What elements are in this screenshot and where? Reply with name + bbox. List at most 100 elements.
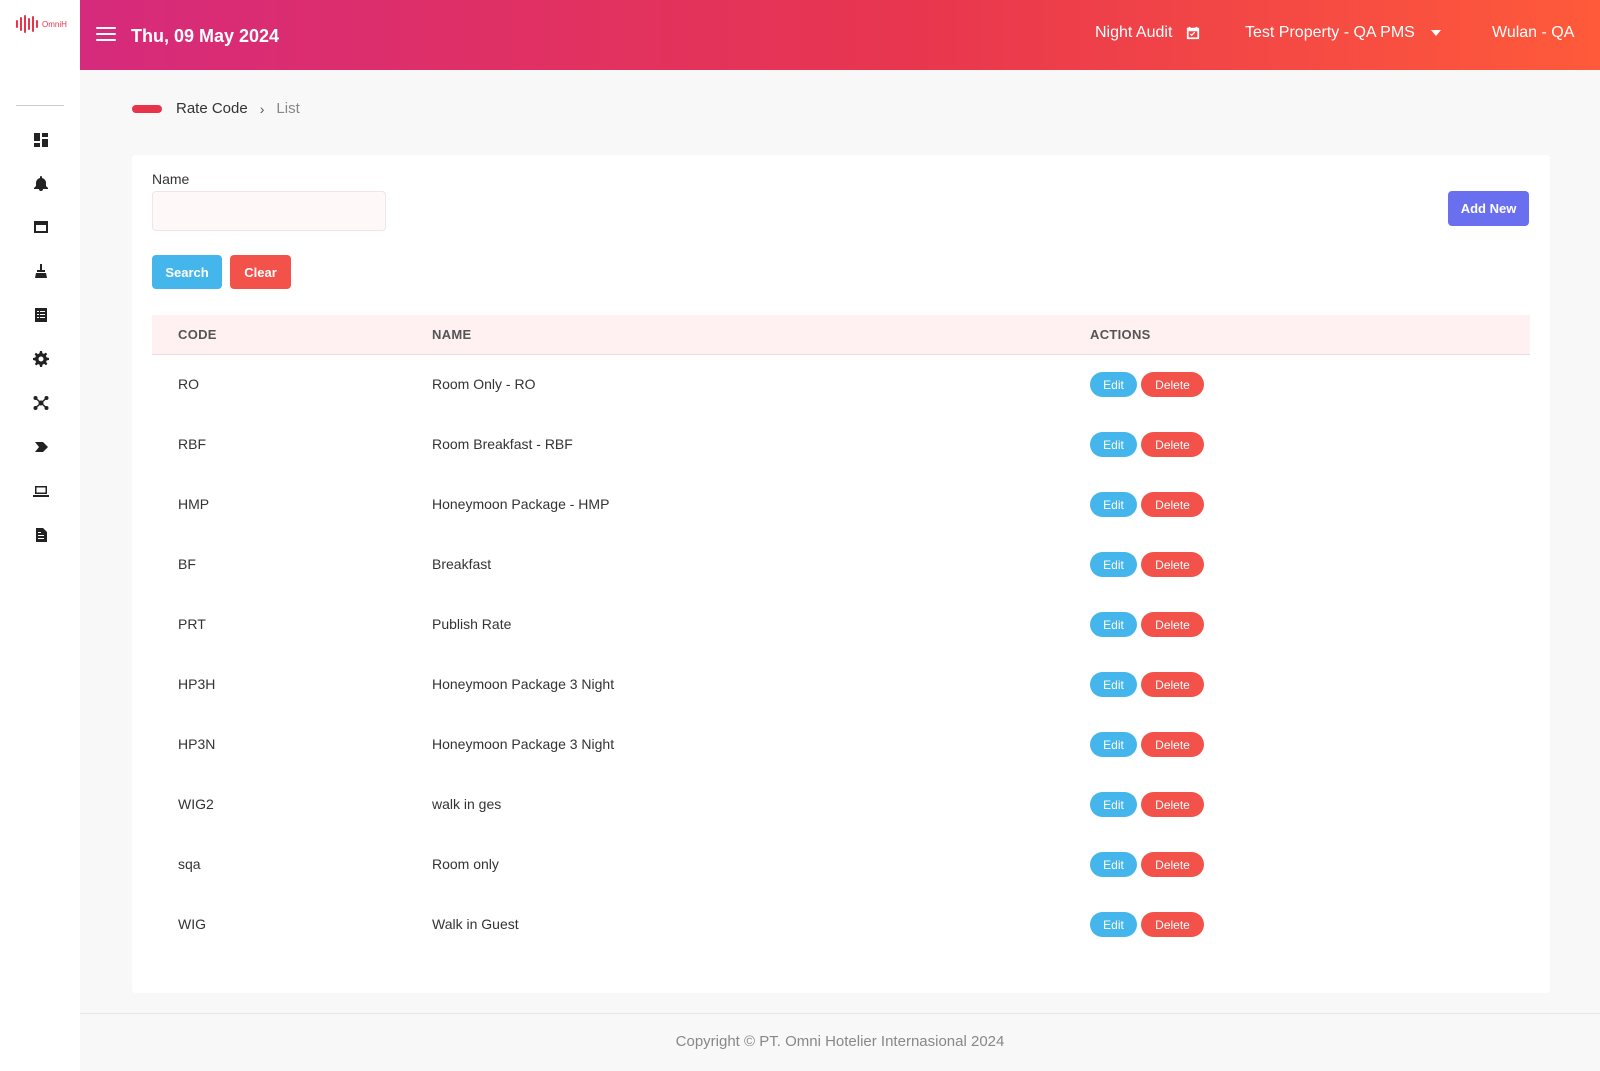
laptop-icon[interactable] [32, 482, 50, 500]
cell-name: Honeymoon Package 3 Night [432, 676, 615, 692]
user-menu[interactable]: Wulan - QA [1492, 24, 1574, 42]
edit-button[interactable]: Edit [1090, 792, 1137, 817]
sidebar-divider [16, 105, 64, 106]
table-body: RO Room Only - RO Edit Delete RBF Room Breakf… [152, 355, 1530, 955]
caret-down-icon [1430, 30, 1441, 36]
header-date: Thu, 09 May 2024 [131, 26, 280, 46]
row-actions: Edit Delete [1090, 552, 1204, 577]
night-audit-button[interactable]: Night Audit [1095, 24, 1200, 42]
tag-icon[interactable] [32, 438, 50, 456]
edit-button[interactable]: Edit [1090, 372, 1137, 397]
footer-copyright: Copyright © PT. Omni Hotelier Internasio… [675, 1033, 1005, 1050]
delete-button[interactable]: Delete [1141, 492, 1204, 517]
delete-button[interactable]: Delete [1141, 912, 1204, 937]
cell-code: HP3N [178, 736, 216, 752]
cell-code: WIG2 [178, 796, 214, 812]
table-row: RBF Room Breakfast - RBF Edit Delete [152, 415, 1530, 475]
cell-name: Honeymoon Package - HMP [432, 496, 610, 512]
logo-mark [16, 14, 38, 34]
sidebar: OmniH [0, 0, 80, 1071]
delete-button[interactable]: Delete [1141, 372, 1204, 397]
breadcrumb-current: List [276, 100, 300, 117]
cell-code: HMP [178, 496, 210, 512]
report-icon[interactable] [32, 526, 50, 544]
cell-name: Room Breakfast - RBF [432, 436, 573, 452]
add-new-button[interactable]: Add New [1448, 191, 1529, 226]
row-actions: Edit Delete [1090, 792, 1204, 817]
chevron-right-icon: › [259, 100, 265, 117]
table-header: CODE NAME ACTIONS [152, 315, 1530, 355]
delete-button[interactable]: Delete [1141, 552, 1204, 577]
cell-code: RO [178, 376, 199, 392]
clear-button[interactable]: Clear [230, 255, 291, 289]
dashboard-icon[interactable] [32, 131, 50, 149]
gear-icon[interactable] [32, 350, 50, 368]
cell-name: Room Only - RO [432, 376, 536, 392]
edit-button[interactable]: Edit [1090, 672, 1137, 697]
column-header-code: CODE [178, 327, 217, 342]
delete-button[interactable]: Delete [1141, 732, 1204, 757]
footer-divider [80, 1013, 1600, 1014]
search-button[interactable]: Search [152, 255, 222, 289]
bell-icon[interactable] [32, 174, 50, 192]
delete-button[interactable]: Delete [1141, 612, 1204, 637]
edit-button[interactable]: Edit [1090, 612, 1137, 637]
night-audit-label: Night Audit [1095, 24, 1173, 41]
row-actions: Edit Delete [1090, 432, 1204, 457]
delete-button[interactable]: Delete [1141, 792, 1204, 817]
logo-text: OmniH [42, 19, 67, 29]
table-row: PRT Publish Rate Edit Delete [152, 595, 1530, 655]
property-label: Test Property - QA PMS [1245, 24, 1415, 41]
table-row: WIG2 walk in ges Edit Delete [152, 775, 1530, 835]
column-header-actions: ACTIONS [1090, 327, 1151, 342]
breadcrumb: Rate Code › List [132, 100, 300, 117]
delete-button[interactable]: Delete [1141, 672, 1204, 697]
cell-code: PRT [178, 616, 206, 632]
column-header-name: NAME [432, 327, 472, 342]
edit-button[interactable]: Edit [1090, 432, 1137, 457]
cell-name: Publish Rate [432, 616, 512, 632]
delete-button[interactable]: Delete [1141, 852, 1204, 877]
edit-button[interactable]: Edit [1090, 552, 1137, 577]
row-actions: Edit Delete [1090, 852, 1204, 877]
rate-code-table: CODE NAME ACTIONS RO Room Only - RO Edit De… [152, 315, 1530, 955]
network-icon[interactable] [32, 394, 50, 412]
breadcrumb-marker [132, 104, 162, 113]
name-filter-label: Name [152, 171, 190, 187]
property-selector[interactable]: Test Property - QA PMS [1245, 24, 1441, 42]
row-actions: Edit Delete [1090, 912, 1204, 937]
list-icon[interactable] [32, 306, 50, 324]
name-filter-input[interactable] [152, 191, 386, 231]
edit-button[interactable]: Edit [1090, 912, 1137, 937]
window-icon[interactable] [32, 218, 50, 236]
breadcrumb-section[interactable]: Rate Code [176, 100, 248, 117]
cell-code: BF [178, 556, 196, 572]
cell-name: Walk in Guest [432, 916, 519, 932]
top-header: Thu, 09 May 2024 Night Audit Test Proper… [80, 0, 1600, 70]
row-actions: Edit Delete [1090, 612, 1204, 637]
cleaning-icon[interactable] [32, 262, 50, 280]
table-row: WIG Walk in Guest Edit Delete [152, 895, 1530, 955]
cell-code: sqa [178, 856, 201, 872]
row-actions: Edit Delete [1090, 492, 1204, 517]
edit-button[interactable]: Edit [1090, 852, 1137, 877]
calendar-check-icon [1187, 26, 1200, 40]
delete-button[interactable]: Delete [1141, 432, 1204, 457]
table-row: BF Breakfast Edit Delete [152, 535, 1530, 595]
cell-name: walk in ges [432, 796, 502, 812]
menu-icon[interactable] [96, 27, 116, 43]
cell-code: RBF [178, 436, 206, 452]
edit-button[interactable]: Edit [1090, 732, 1137, 757]
cell-name: Breakfast [432, 556, 492, 572]
cell-code: WIG [178, 916, 206, 932]
cell-name: Room only [432, 856, 499, 872]
table-row: sqa Room only Edit Delete [152, 835, 1530, 895]
row-actions: Edit Delete [1090, 672, 1204, 697]
table-row: HMP Honeymoon Package - HMP Edit Delete [152, 475, 1530, 535]
cell-name: Honeymoon Package 3 Night [432, 736, 615, 752]
edit-button[interactable]: Edit [1090, 492, 1137, 517]
table-row: HP3H Honeymoon Package 3 Night Edit Delete [152, 655, 1530, 715]
brand-logo[interactable]: OmniH [16, 14, 67, 34]
row-actions: Edit Delete [1090, 372, 1204, 397]
row-actions: Edit Delete [1090, 732, 1204, 757]
